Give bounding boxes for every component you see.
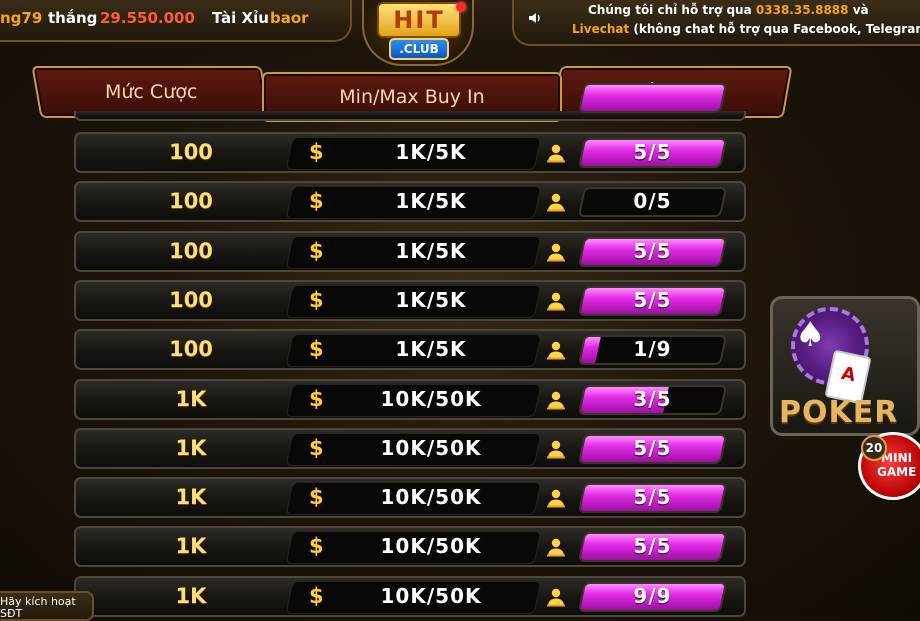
stake-value: 100 — [169, 239, 213, 263]
ticker-username: ng79 — [0, 9, 43, 27]
poker-widget[interactable]: ♠ A POKER — [770, 296, 920, 436]
support-prefix: Chúng tôi chỉ hỗ trợ qua — [588, 3, 752, 17]
dollar-icon: $ — [309, 189, 324, 213]
table-row[interactable]: 100 $1K/5K 5/5 — [74, 231, 746, 272]
stake-value: 100 — [169, 140, 213, 164]
player-count: 5/5 — [633, 485, 672, 509]
support-phone[interactable]: 0338.35.8888 — [756, 3, 849, 17]
player-count: 5/5 — [633, 288, 672, 312]
speaker-icon[interactable] — [527, 10, 543, 26]
player-icon — [547, 489, 565, 508]
table-row[interactable]: 1K $10K/50K 5/5 — [74, 428, 746, 469]
table-row-partial[interactable] — [74, 83, 746, 121]
player-count: 0/5 — [633, 189, 672, 213]
player-icon — [547, 588, 565, 607]
header-stake-label: Mức Cược — [104, 81, 198, 103]
buyin-value: 1K/5K — [395, 189, 467, 213]
dollar-icon: $ — [309, 239, 324, 263]
support-note: (không chat hỗ trợ qua Facebook, Telegra… — [633, 22, 920, 36]
player-icon — [547, 538, 565, 557]
buyin-value: 10K/50K — [380, 534, 482, 558]
header-buyin-label: Min/Max Buy In — [339, 86, 485, 108]
ticker-verb: thắng — [48, 9, 98, 27]
buyin-value: 1K/5K — [395, 288, 467, 312]
table-row[interactable]: 1K $10K/50K 3/5 — [74, 379, 746, 420]
ticker-username-2: baor — [270, 9, 309, 27]
player-icon — [547, 391, 565, 410]
table-row[interactable]: 1K $10K/50K 5/5 — [74, 477, 746, 518]
player-count: 5/5 — [633, 534, 672, 558]
stake-value: 100 — [169, 288, 213, 312]
support-line-1: Chúng tôi chỉ hỗ trợ qua 0338.35.8888 và — [588, 3, 869, 17]
player-count: 5/5 — [633, 239, 672, 263]
player-count-box — [577, 83, 728, 113]
dollar-icon: $ — [309, 485, 324, 509]
stake-value: 100 — [169, 189, 213, 213]
player-icon — [547, 193, 565, 212]
player-icon — [547, 341, 565, 360]
dollar-icon: $ — [309, 337, 324, 361]
dollar-icon: $ — [309, 436, 324, 460]
ticker-amount: 29.550.000 — [100, 9, 195, 27]
buyin-value: 1K/5K — [395, 337, 467, 361]
player-count: 5/5 — [633, 436, 672, 460]
hit-club-logo[interactable]: HIT .CLUB — [362, 0, 474, 66]
dollar-icon: $ — [309, 534, 324, 558]
stake-value: 1K — [175, 436, 207, 460]
player-icon — [547, 144, 565, 163]
support-line-2: Livechat (không chat hỗ trợ qua Facebook… — [572, 22, 920, 36]
buyin-value: 10K/50K — [380, 485, 482, 509]
stake-value: 1K — [175, 387, 207, 411]
notification-dot — [456, 2, 466, 12]
spade-icon: ♠ — [795, 315, 826, 355]
buyin-value: 1K/5K — [395, 140, 467, 164]
dollar-icon: $ — [309, 387, 324, 411]
buyin-value: 10K/50K — [380, 387, 482, 411]
stake-value: 1K — [175, 534, 207, 558]
buyin-value: 10K/50K — [380, 584, 482, 608]
table-row[interactable]: 100 $1K/5K 5/5 — [74, 132, 746, 173]
activate-line2: SĐT — [0, 607, 23, 620]
stake-value: 100 — [169, 337, 213, 361]
dollar-icon: $ — [309, 140, 324, 164]
logo-hit-text: HIT — [377, 2, 461, 38]
support-suffix: và — [852, 3, 869, 17]
buyin-value: 10K/50K — [380, 436, 482, 460]
table-row[interactable]: 100 $1K/5K 1/9 — [74, 329, 746, 370]
buyin-value: 1K/5K — [395, 239, 467, 263]
mini-game-badge: 20 — [861, 435, 887, 461]
player-count: 3/5 — [633, 387, 672, 411]
table-row[interactable]: 100 $1K/5K 0/5 — [74, 181, 746, 222]
poker-label: POKER — [779, 395, 899, 430]
table-row[interactable]: 1K $10K/50K 5/5 — [74, 526, 746, 567]
player-count-fill — [580, 85, 725, 111]
player-icon — [547, 440, 565, 459]
win-ticker-panel: ng79 thắng 29.550.000 Tài Xỉu baor — [0, 0, 352, 42]
player-icon — [547, 243, 565, 262]
logo-club-text: .CLUB — [389, 38, 449, 60]
stake-value: 1K — [175, 485, 207, 509]
player-count: 5/5 — [633, 140, 672, 164]
table-row[interactable]: 100 $1K/5K 5/5 — [74, 280, 746, 321]
player-count: 1/9 — [633, 337, 672, 361]
mini-game-line2: GAME — [877, 465, 917, 479]
table-row[interactable]: 1K $10K/50K 9/9 — [74, 576, 746, 617]
player-count: 9/9 — [633, 584, 672, 608]
player-icon — [547, 292, 565, 311]
ticker-game: Tài Xỉu — [212, 9, 269, 27]
stake-value: 1K — [175, 584, 207, 608]
dollar-icon: $ — [309, 288, 324, 312]
livechat-link[interactable]: Livechat — [572, 22, 629, 36]
dollar-icon: $ — [309, 584, 324, 608]
